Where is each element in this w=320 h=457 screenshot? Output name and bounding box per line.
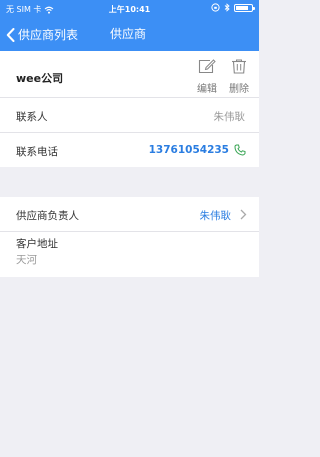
nav-bar: 供应商列表 供应商	[0, 18, 259, 51]
back-chevron-icon	[6, 27, 15, 42]
back-label: 供应商列表	[18, 28, 79, 42]
trash-icon	[232, 59, 246, 74]
chevron-right-icon	[240, 209, 247, 220]
battery-icon	[234, 3, 255, 12]
lock-rotation-icon	[211, 3, 220, 12]
contact-person-label: 联系人	[16, 111, 48, 123]
supplier-detail-card: 供应商负责人 朱伟耿 客户地址 天河	[0, 197, 259, 277]
delete-button[interactable]: 删除	[226, 59, 252, 95]
edit-label: 编辑	[197, 84, 217, 95]
owner-label: 供应商负责人	[16, 210, 79, 222]
contact-phone-value[interactable]: 13761054235	[149, 144, 229, 156]
company-header-row: wee公司 编辑 删除	[0, 51, 259, 97]
edit-button[interactable]: 编辑	[194, 59, 220, 95]
owner-row[interactable]: 供应商负责人 朱伟耿	[0, 197, 259, 231]
edit-icon	[198, 59, 216, 74]
contact-phone-label: 联系电话	[16, 146, 58, 158]
address-label: 客户地址	[16, 238, 58, 250]
bluetooth-icon	[224, 3, 230, 12]
address-value: 天河	[16, 254, 37, 266]
contact-person-value: 朱伟耿	[213, 111, 246, 123]
phone-screen: 无 SIM 卡 上午10:41 供应商列表 供应商 wee公司 编辑 删除 联系…	[0, 0, 259, 457]
owner-value: 朱伟耿	[199, 210, 232, 222]
delete-label: 删除	[229, 84, 249, 95]
company-name: wee公司	[16, 72, 64, 85]
phone-icon[interactable]	[234, 144, 246, 156]
status-right	[211, 3, 255, 12]
page-title: 供应商	[110, 27, 147, 41]
status-bar: 无 SIM 卡 上午10:41	[0, 0, 259, 18]
address-row: 客户地址 天河	[0, 232, 259, 277]
contact-phone-row[interactable]: 联系电话 13761054235	[0, 133, 259, 167]
supplier-info-card: wee公司 编辑 删除 联系人 朱伟耿 联系电话 13761054235	[0, 51, 259, 167]
back-button[interactable]: 供应商列表	[6, 18, 78, 51]
contact-person-row: 联系人 朱伟耿	[0, 98, 259, 132]
